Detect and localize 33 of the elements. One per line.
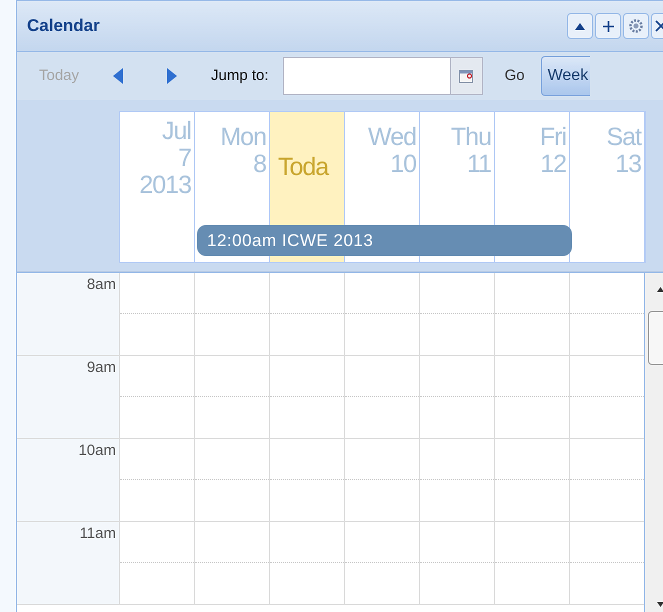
- hour-label: 8am: [86, 275, 116, 295]
- go-button[interactable]: Go: [500, 64, 529, 88]
- date-field[interactable]: [282, 57, 483, 95]
- day-label: Mon 8: [220, 124, 266, 178]
- collapse-button[interactable]: [567, 13, 593, 39]
- right-triangle-icon: [167, 68, 178, 84]
- calendar-picker-button[interactable]: [450, 58, 482, 94]
- day-label: Toda: [277, 154, 328, 181]
- plus-icon: [602, 20, 614, 32]
- day-label: Thu 11: [450, 124, 491, 178]
- left-triangle-icon: [113, 68, 124, 84]
- day-label: Fri 12: [540, 124, 566, 178]
- day-label: Wed 10: [368, 124, 416, 178]
- scroll-up-icon: [657, 287, 663, 292]
- window-title: Calendar: [27, 15, 100, 38]
- week-view-button[interactable]: Week: [540, 56, 590, 96]
- all-day-event[interactable]: 12:00am ICWE 2013: [197, 225, 572, 256]
- day-label: Sat 13: [606, 124, 641, 178]
- gear-icon: [629, 19, 643, 33]
- settings-button[interactable]: [623, 13, 649, 39]
- close-button[interactable]: [651, 13, 663, 39]
- previous-button[interactable]: [111, 66, 126, 86]
- day-label: Jul 7 2013: [139, 118, 191, 199]
- calendar-icon: [459, 70, 474, 82]
- up-triangle-icon: [575, 22, 585, 30]
- hour-label: 11am: [80, 524, 116, 544]
- scroll-down-icon: [657, 602, 663, 607]
- add-button[interactable]: [595, 13, 621, 39]
- hour-label: 10am: [78, 441, 116, 461]
- jump-to-label: Jump to:: [211, 66, 269, 86]
- hour-label: 9am: [86, 358, 116, 378]
- next-button[interactable]: [165, 66, 180, 86]
- scrollbar[interactable]: [644, 273, 663, 612]
